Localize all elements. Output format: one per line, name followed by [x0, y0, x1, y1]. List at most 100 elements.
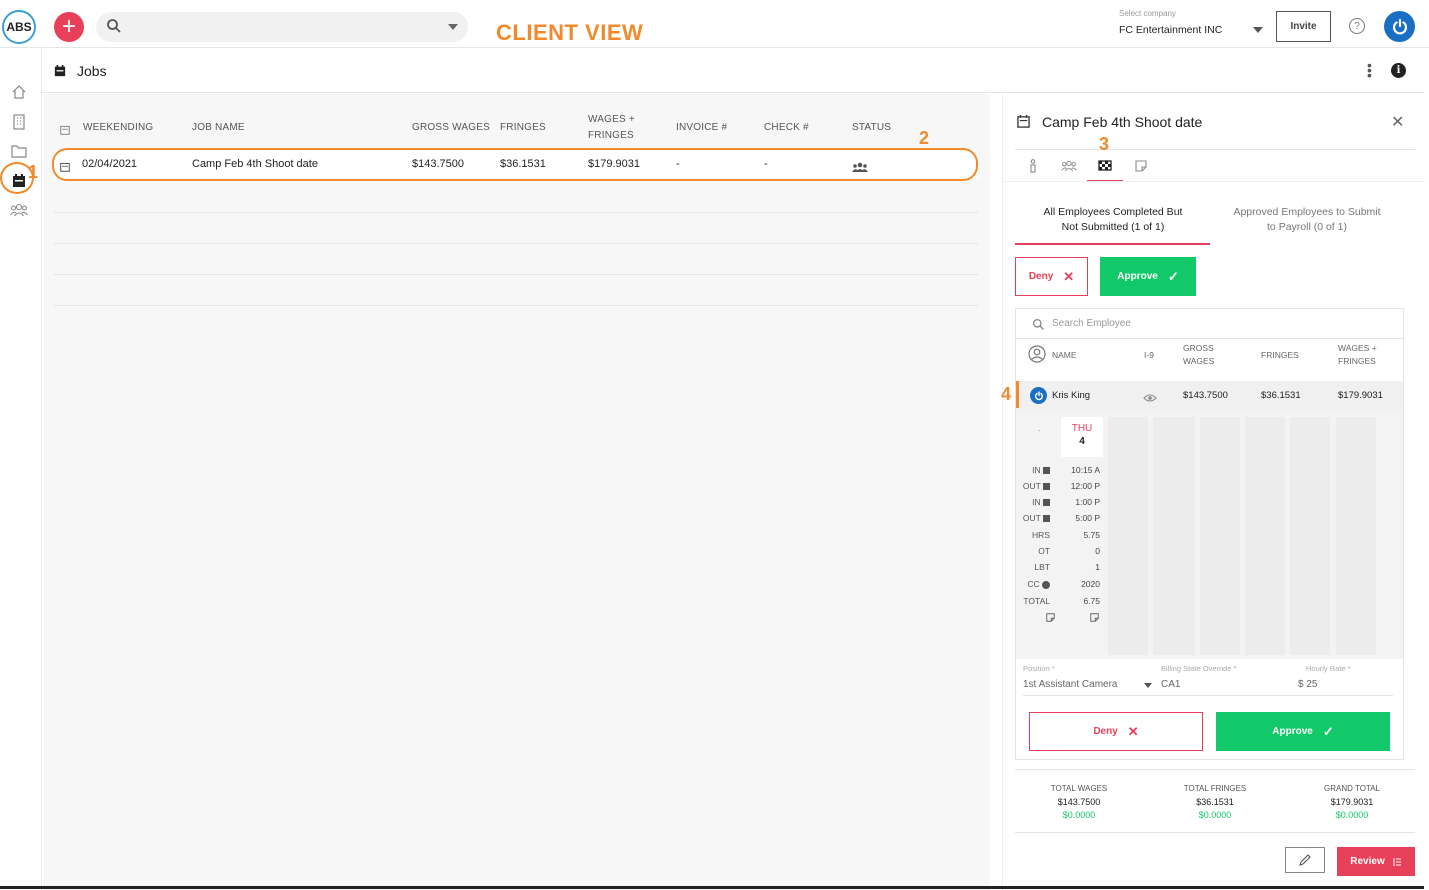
divider — [1003, 181, 1425, 182]
col-header-gross-wages[interactable]: GROSS WAGES — [412, 122, 490, 133]
info-icon[interactable]: i — [1391, 63, 1406, 78]
day-column — [1336, 417, 1376, 655]
calendar-icon — [1017, 115, 1030, 133]
check-icon: ✓ — [1322, 723, 1334, 739]
building-icon[interactable] — [10, 113, 28, 131]
tc-label-lbt: LBT — [1034, 562, 1050, 572]
help-icon[interactable]: ? — [1349, 18, 1365, 34]
divider — [1016, 338, 1403, 339]
timecard-dot: . — [1038, 423, 1041, 433]
col-header-weekending[interactable]: WEEKENDING — [83, 122, 153, 133]
position-chevron-down-icon[interactable] — [1144, 683, 1152, 688]
position-select[interactable]: 1st Assistant Camera — [1023, 679, 1117, 690]
home-icon[interactable] — [10, 83, 28, 101]
abs-logo[interactable]: ABS — [2, 10, 36, 44]
page-title: Jobs — [77, 63, 107, 79]
tab-checkered-flag-icon[interactable] — [1095, 156, 1115, 176]
note-icon[interactable] — [1046, 609, 1055, 627]
tc-label-out: OUT — [1018, 513, 1050, 523]
job-detail-panel: Camp Feb 4th Shoot date ✕ 3 All Employee… — [1002, 94, 1425, 890]
tc-label-out: OUT — [1018, 481, 1050, 491]
tc-value-hrs: 5.75 — [1083, 530, 1100, 540]
note-icon[interactable] — [1090, 609, 1099, 627]
plus-icon: + — [61, 13, 76, 40]
tc-value-total: 6.75 — [1083, 596, 1100, 606]
tc-label-total: TOTAL — [1023, 596, 1050, 606]
hourly-rate-label: Hourly Rate * — [1306, 664, 1351, 673]
approve-all-button[interactable]: Approve ✓ — [1100, 257, 1196, 296]
tab-label-line2: to Payroll (0 of 1) — [1267, 221, 1347, 233]
tc-value-cc[interactable]: 2020 — [1056, 579, 1100, 589]
billing-state-label: Billing State Override * — [1161, 664, 1237, 673]
company-select-label: Select company — [1119, 9, 1176, 18]
approve-employee-button[interactable]: Approve ✓ — [1216, 712, 1390, 751]
more-options-icon[interactable]: • • • — [1367, 58, 1372, 82]
col-header-wages-fringes-line1[interactable]: WAGES + — [588, 114, 635, 125]
review-button[interactable]: Review — [1337, 847, 1415, 876]
col-header-job-name[interactable]: JOB NAME — [192, 122, 245, 133]
calendar-icon — [54, 64, 66, 82]
employee-row[interactable]: Kris King $143.7500 $36.1531 $179.9031 — [1016, 381, 1403, 411]
global-search-input[interactable] — [96, 12, 468, 42]
tc-value-out[interactable]: 12:00 P — [1056, 481, 1100, 491]
eye-icon[interactable] — [1143, 390, 1157, 408]
grand-total-label: GRAND TOTAL — [1323, 784, 1380, 793]
pencil-icon — [1299, 854, 1311, 866]
col-header-wages-fringes-line2[interactable]: FRINGES — [588, 130, 634, 141]
deny-label: Deny — [1093, 726, 1118, 737]
check-icon: ✓ — [1167, 268, 1179, 284]
divider — [1023, 695, 1393, 696]
chevron-down-icon[interactable] — [448, 24, 458, 30]
tc-value-out[interactable]: 5:00 P — [1056, 513, 1100, 523]
annotation-number-4: 4 — [1001, 384, 1012, 404]
add-button[interactable]: + — [54, 12, 84, 42]
tab-info-icon[interactable] — [1023, 156, 1043, 176]
day-column — [1108, 417, 1148, 655]
invite-button[interactable]: Invite — [1276, 11, 1331, 42]
tab-people-icon[interactable] — [1059, 156, 1079, 176]
hourly-rate-input[interactable]: $ 25 — [1298, 679, 1317, 690]
total-fringes-value: $36.1531 — [1196, 797, 1234, 807]
day-date: 4 — [1079, 436, 1085, 447]
col-header-check[interactable]: CHECK # — [764, 122, 809, 133]
col-header-status[interactable]: STATUS — [852, 122, 891, 133]
tab-note-icon[interactable] — [1131, 156, 1151, 176]
tc-value-in[interactable]: 10:15 A — [1056, 465, 1100, 475]
user-avatar[interactable] — [1384, 11, 1415, 42]
total-wages-approved: $0.0000 — [1062, 810, 1096, 820]
emp-col-gross-line2[interactable]: WAGES — [1183, 355, 1214, 368]
company-chevron-down-icon[interactable] — [1253, 27, 1263, 33]
table-divider — [54, 305, 978, 306]
close-icon[interactable]: ✕ — [1391, 112, 1404, 132]
edit-button[interactable] — [1285, 847, 1325, 873]
bottom-border — [0, 886, 1424, 889]
tab-completed-not-submitted[interactable]: All Employees Completed But Not Submitte… — [1015, 205, 1211, 235]
day-card-thu[interactable]: THU 4 — [1061, 417, 1103, 457]
company-select[interactable]: FC Entertainment INC — [1119, 24, 1222, 36]
tc-value-ot: 0 — [1095, 546, 1100, 556]
emp-col-fringes[interactable]: FRINGES — [1261, 349, 1299, 362]
people-icon[interactable] — [10, 201, 28, 219]
tab-label-line1: All Employees Completed But — [1043, 206, 1183, 218]
x-icon: ✕ — [1063, 268, 1075, 284]
day-column — [1153, 417, 1195, 655]
emp-col-i9[interactable]: I-9 — [1144, 349, 1154, 362]
emp-col-wf-line1[interactable]: WAGES + — [1338, 342, 1377, 355]
folder-icon[interactable] — [10, 142, 28, 160]
tab-approved-to-submit[interactable]: Approved Employees to Submit to Payroll … — [1209, 205, 1405, 235]
emp-col-wf-line2[interactable]: FRINGES — [1338, 355, 1376, 368]
emp-col-gross-line1[interactable]: GROSS — [1183, 342, 1214, 355]
col-header-invoice[interactable]: INVOICE # — [676, 122, 727, 133]
col-header-fringes[interactable]: FRINGES — [500, 122, 546, 133]
employee-fringes: $36.1531 — [1261, 390, 1301, 401]
tc-value-in[interactable]: 1:00 P — [1056, 497, 1100, 507]
jobs-table: WEEKENDING JOB NAME GROSS WAGES FRINGES … — [43, 94, 990, 890]
employee-search-input[interactable]: Search Employee — [1052, 318, 1131, 329]
deny-employee-button[interactable]: Deny ✕ — [1029, 712, 1203, 751]
logo-text: ABS — [6, 20, 32, 34]
annotation-marker-4 — [1016, 381, 1019, 408]
billing-state-input[interactable]: CA1 — [1161, 679, 1180, 690]
emp-col-name[interactable]: NAME — [1052, 349, 1077, 362]
power-icon — [1392, 18, 1407, 34]
deny-all-button[interactable]: Deny ✕ — [1015, 257, 1088, 296]
